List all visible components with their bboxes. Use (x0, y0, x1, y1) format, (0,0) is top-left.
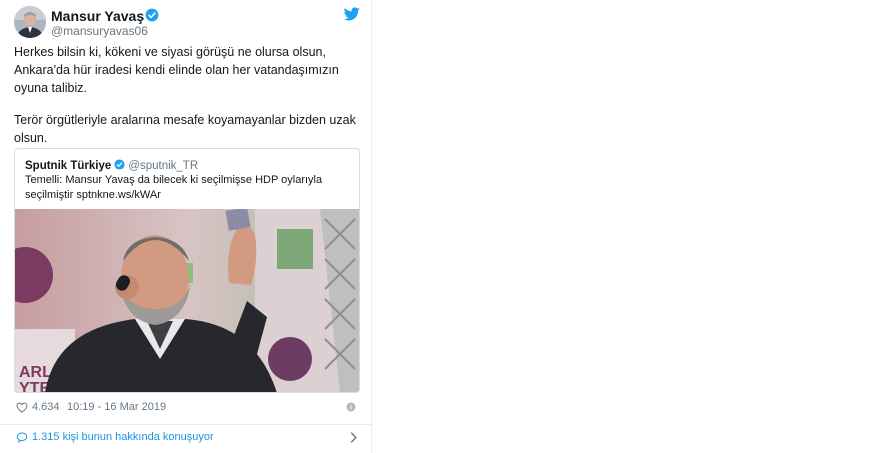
tweet-paragraph: Herkes bilsin ki, kökeni ve siyasi görüş… (14, 45, 339, 95)
quoted-tweet[interactable]: Sputnik Türkiye @sputnik_TR Temelli: Man… (14, 148, 360, 393)
like-count[interactable]: 4.634 (32, 401, 60, 413)
twitter-bird-icon[interactable] (344, 7, 360, 21)
heart-icon[interactable] (16, 402, 28, 413)
tweet-header: Mansur Yavaş @mansuryavas06 (14, 6, 360, 38)
tweet-paragraph: Terör örgütleriyle aralarına mesafe koya… (14, 113, 356, 145)
author-display-name[interactable]: Mansur Yavaş (51, 8, 144, 24)
tweet-meta: 4.634 10:19 - 16 Mar 2019 (14, 400, 360, 416)
verified-badge-icon (145, 8, 159, 22)
quoted-author-name: Sputnik Türkiye (25, 160, 112, 172)
author-handle[interactable]: @mansuryavas06 (51, 24, 148, 38)
tweet-timestamp[interactable]: 10:19 - 16 Mar 2019 (67, 401, 166, 413)
chevron-right-icon[interactable] (350, 432, 358, 443)
quoted-author-handle: @sputnik_TR (128, 160, 199, 172)
author-avatar[interactable] (14, 6, 46, 38)
quoted-tweet-photo: ARLA YTE (15, 209, 359, 392)
quoted-tweet-text: Temelli: Mansur Yavaş da bilecek ki seçi… (25, 174, 323, 201)
conversation-link[interactable]: 1.315 kişi bunun hakkında konuşuyor (14, 428, 360, 448)
divider (0, 424, 372, 425)
tweet-text: Herkes bilsin ki, kökeni ve siyasi görüş… (14, 43, 360, 147)
conversation-text[interactable]: 1.315 kişi bunun hakkında konuşuyor (32, 431, 214, 443)
info-icon[interactable] (346, 402, 356, 412)
tweet-card: Mansur Yavaş @mansuryavas06 Herkes bilsi… (0, 0, 372, 453)
verified-badge-icon (114, 159, 125, 170)
quoted-tweet-header: Sputnik Türkiye @sputnik_TR (25, 156, 199, 172)
chat-bubble-icon (16, 432, 28, 443)
